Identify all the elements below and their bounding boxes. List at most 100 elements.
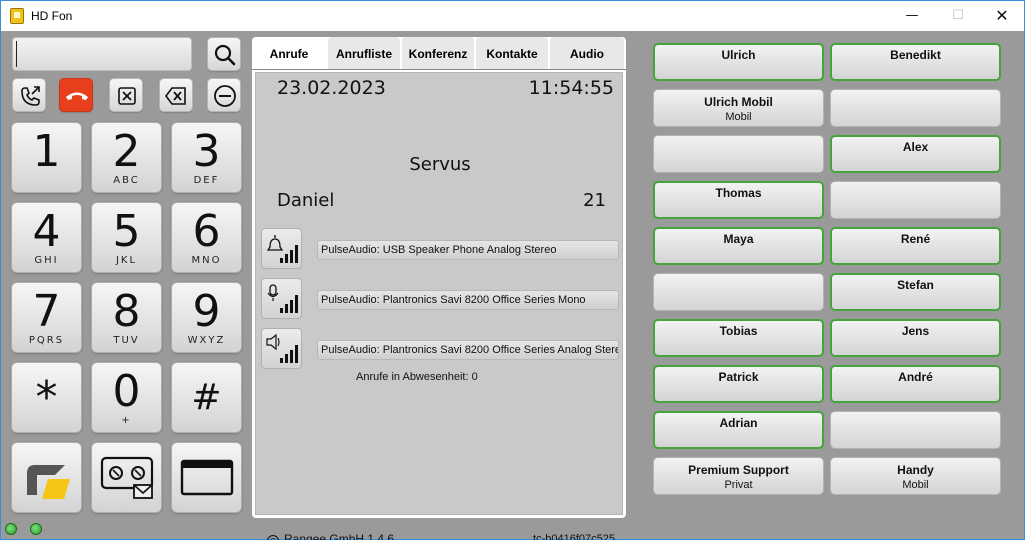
key-1[interactable]: 1 [11, 122, 82, 193]
key-letters: ABC [113, 175, 140, 186]
do-not-disturb-button[interactable] [207, 78, 241, 112]
status-led-1 [5, 523, 17, 535]
speaker-icon [266, 333, 298, 363]
key-digit: * [35, 372, 58, 423]
app-phone-icon [10, 8, 24, 24]
speed-dial-button[interactable]: Stefan [830, 273, 1001, 311]
speed-dial-sub: Privat [724, 479, 753, 491]
key-6[interactable]: 6 MNO [171, 202, 242, 273]
speed-dial-button[interactable] [653, 273, 824, 311]
speed-dial-button[interactable]: Jens [830, 319, 1001, 357]
speed-dial-name: Jens [901, 324, 930, 338]
call-transfer-icon [21, 86, 40, 106]
microphone-device-select[interactable]: PulseAudio: Plantronics Savi 8200 Office… [317, 290, 619, 310]
search-icon [214, 44, 236, 66]
key-3[interactable]: 3 DEF [171, 122, 242, 193]
speed-dial-name: Benedikt [890, 48, 941, 62]
key-0[interactable]: 0 + [91, 362, 162, 433]
current-time: 11:54:55 [528, 77, 614, 99]
user-extension: 21 [583, 190, 606, 211]
speed-dial-button[interactable]: René [830, 227, 1001, 265]
speed-dial-name: Adrian [719, 416, 758, 430]
speed-dial-button[interactable] [653, 135, 824, 173]
speed-dial-button[interactable]: Ulrich Mobil Mobil [653, 89, 824, 127]
key-8[interactable]: 8 TUV [91, 282, 162, 353]
speed-dial-button[interactable]: Tobias [653, 319, 824, 357]
clear-x-icon [118, 87, 136, 105]
maximize-button[interactable]: ☐ [935, 1, 981, 31]
speaker-volume-button[interactable] [261, 328, 302, 369]
dial-input[interactable] [16, 41, 188, 67]
backspace-icon [165, 87, 186, 105]
key-letters: + [121, 415, 132, 426]
speed-dial-button[interactable]: Benedikt [830, 43, 1001, 81]
key-7[interactable]: 7 PQRS [11, 282, 82, 353]
microphone-volume-button[interactable] [261, 278, 302, 319]
key-letters: WXYZ [187, 335, 226, 346]
speed-dial-button[interactable]: Thomas [653, 181, 824, 219]
key-digit: 5 [112, 206, 141, 257]
speed-dial-button[interactable]: Patrick [653, 365, 824, 403]
speed-dial-button[interactable] [830, 181, 1001, 219]
user-name: Daniel [277, 190, 335, 211]
ringer-device-select[interactable]: PulseAudio: USB Speaker Phone Analog Ste… [317, 240, 619, 260]
copyright-icon: C [267, 535, 279, 540]
app-launcher-button[interactable] [11, 442, 82, 513]
speaker-device-select[interactable]: PulseAudio: Plantronics Savi 8200 Office… [317, 340, 619, 360]
clear-button[interactable] [109, 78, 143, 112]
app-logo-icon [27, 465, 70, 499]
close-button[interactable]: ✕ [979, 1, 1025, 31]
window-icon [180, 459, 234, 496]
host-id: tc-b0416f07c525 [533, 533, 615, 540]
speed-dial-name: Stefan [897, 278, 934, 292]
key-5[interactable]: 5 JKL [91, 202, 162, 273]
voicemail-button[interactable] [91, 442, 162, 513]
voicemail-icon [100, 456, 154, 499]
key-letters: JKL [115, 255, 138, 266]
speed-dial-button[interactable]: Adrian [653, 411, 824, 449]
minus-circle-icon [214, 85, 236, 107]
dial-input-box [12, 37, 192, 71]
transfer-call-button[interactable] [12, 78, 46, 112]
speed-dial-name: Ulrich Mobil [704, 95, 773, 109]
key-2[interactable]: 2 ABC [91, 122, 162, 193]
speed-dial-button[interactable]: André [830, 365, 1001, 403]
status-led-2 [30, 523, 42, 535]
microphone-icon [267, 284, 298, 313]
minimize-button[interactable]: — [889, 1, 935, 31]
tab-audio[interactable]: Audio [550, 37, 624, 69]
key-9[interactable]: 9 WXYZ [171, 282, 242, 353]
tab-kontakte[interactable]: Kontakte [476, 37, 548, 69]
copyright: C Rangee GmbH 1.4.6 [267, 532, 394, 540]
speed-dial-button[interactable] [830, 411, 1001, 449]
speed-dial-button[interactable]: Maya [653, 227, 824, 265]
tab-konferenz[interactable]: Konferenz [402, 37, 474, 69]
key-digit: 8 [112, 286, 141, 337]
key-star[interactable]: * [11, 362, 82, 433]
speed-dial-button[interactable]: Alex [830, 135, 1001, 173]
tab-anrufliste[interactable]: Anrufliste [328, 37, 400, 69]
hangup-button[interactable] [59, 78, 93, 112]
key-digit: 1 [32, 126, 61, 177]
key-letters: DEF [193, 175, 220, 186]
search-button[interactable] [207, 37, 241, 71]
ringer-volume-button[interactable] [261, 228, 302, 269]
speed-dial-button[interactable]: Ulrich [653, 43, 824, 81]
speed-dial-button[interactable]: Premium Support Privat [653, 457, 824, 495]
speed-dial-button[interactable] [830, 89, 1001, 127]
key-digit: 0 [112, 366, 141, 417]
speed-dial-button[interactable]: Handy Mobil [830, 457, 1001, 495]
key-digit: 9 [192, 286, 221, 337]
key-digit: 4 [32, 206, 61, 257]
backspace-button[interactable] [159, 78, 193, 112]
app-window: HD Fon — ☐ ✕ 1 2 ABC 3 DEF 4 GHI 5 JKL 6… [0, 0, 1025, 540]
copyright-text: Rangee GmbH 1.4.6 [284, 532, 395, 540]
key-4[interactable]: 4 GHI [11, 202, 82, 273]
window-button[interactable] [171, 442, 242, 513]
tab-anrufe[interactable]: Anrufe [252, 37, 326, 69]
main-panel: Anrufe Anrufliste Konferenz Kontakte Aud… [252, 37, 626, 540]
missed-calls-count: Anrufe in Abwesenheit: 0 [356, 371, 478, 383]
speed-dial-sub: Mobil [725, 111, 752, 123]
key-letters: PQRS [28, 335, 65, 346]
key-hash[interactable]: # [171, 362, 242, 433]
